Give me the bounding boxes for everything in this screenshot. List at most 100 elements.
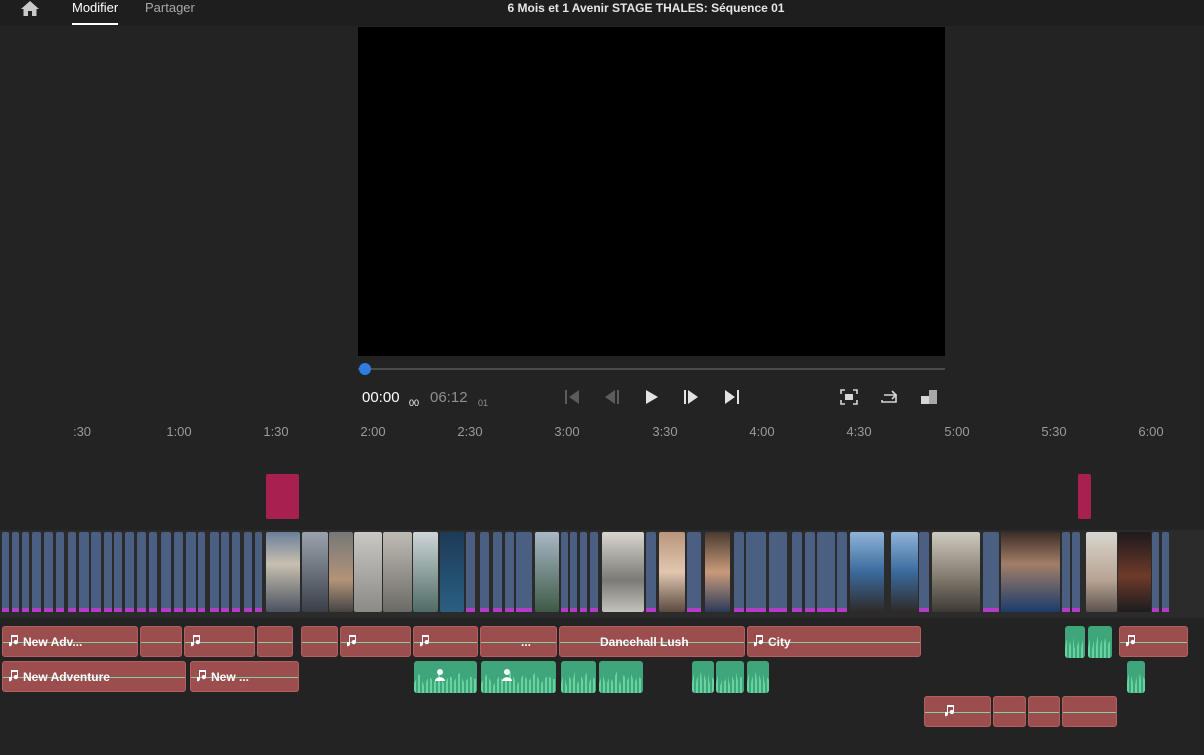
fit-screen-button[interactable]: [839, 388, 859, 406]
video-clip-thumbnail[interactable]: [354, 532, 382, 612]
video-clip[interactable]: [769, 532, 787, 612]
video-clip[interactable]: [91, 532, 101, 612]
video-clip-thumbnail[interactable]: [383, 532, 412, 612]
video-preview[interactable]: [358, 27, 945, 356]
video-clip[interactable]: [244, 532, 252, 612]
video-clip[interactable]: [1072, 532, 1080, 612]
video-clip-thumbnail[interactable]: [535, 532, 559, 612]
music-clip[interactable]: Dancehall Lush: [559, 626, 745, 657]
voice-clip[interactable]: [1065, 626, 1085, 658]
music-clip[interactable]: [1119, 626, 1188, 657]
music-clip[interactable]: New Adventure: [2, 661, 186, 692]
video-clip[interactable]: [2, 532, 9, 612]
video-clip[interactable]: [805, 532, 815, 612]
video-clip-thumbnail[interactable]: [850, 532, 884, 612]
step-forward-button[interactable]: [681, 388, 701, 406]
video-clip[interactable]: [1162, 532, 1169, 612]
timeline-marker[interactable]: [266, 474, 299, 519]
music-clip[interactable]: [413, 626, 478, 657]
video-clip[interactable]: [1152, 532, 1159, 612]
video-clip[interactable]: [114, 532, 122, 612]
video-clip[interactable]: [687, 532, 701, 612]
voice-clip[interactable]: [716, 661, 744, 693]
video-clip[interactable]: [734, 532, 744, 612]
video-clip-thumbnail[interactable]: [602, 532, 644, 612]
video-clip[interactable]: [580, 532, 587, 612]
music-clip[interactable]: [924, 696, 991, 727]
video-clip[interactable]: [232, 532, 240, 612]
video-clip[interactable]: [919, 532, 929, 612]
video-clip[interactable]: [186, 532, 196, 612]
timeline-marker[interactable]: [1078, 474, 1091, 519]
step-back-button[interactable]: [602, 388, 622, 406]
playhead-handle[interactable]: [359, 363, 371, 375]
music-clip[interactable]: New ...: [190, 661, 299, 692]
video-clip[interactable]: [56, 532, 64, 612]
music-clip[interactable]: City: [747, 626, 921, 657]
video-clip[interactable]: [466, 532, 475, 612]
music-clip[interactable]: [184, 626, 255, 657]
voice-clip[interactable]: [692, 661, 714, 693]
video-clip[interactable]: [590, 532, 598, 612]
video-clip-thumbnail[interactable]: [891, 532, 918, 612]
go-to-start-button[interactable]: [562, 388, 582, 406]
music-clip[interactable]: [993, 696, 1026, 727]
voice-clip[interactable]: [747, 661, 769, 693]
video-clip-thumbnail[interactable]: [266, 532, 300, 612]
music-clip[interactable]: [140, 626, 182, 657]
share-button[interactable]: [879, 388, 899, 406]
video-clip[interactable]: [125, 532, 134, 612]
video-clip-thumbnail[interactable]: [302, 532, 328, 612]
video-clip[interactable]: [137, 532, 146, 612]
video-clip[interactable]: [104, 532, 112, 612]
go-to-end-button[interactable]: [722, 388, 742, 406]
voice-clip[interactable]: [481, 661, 556, 693]
video-clip[interactable]: [22, 532, 29, 612]
music-clip[interactable]: ...: [480, 626, 557, 657]
video-clip[interactable]: [561, 532, 568, 612]
music-clip[interactable]: [340, 626, 411, 657]
voice-clip[interactable]: [1088, 626, 1112, 658]
video-clip[interactable]: [792, 532, 802, 612]
video-clip-thumbnail[interactable]: [1001, 532, 1060, 612]
video-clip[interactable]: [746, 532, 766, 612]
video-clip[interactable]: [983, 532, 999, 612]
video-clip[interactable]: [516, 532, 532, 612]
video-clip[interactable]: [1062, 532, 1070, 612]
music-clip[interactable]: [301, 626, 338, 657]
voice-clip[interactable]: [561, 661, 596, 693]
video-clip[interactable]: [68, 532, 76, 612]
voice-clip[interactable]: [599, 661, 643, 693]
video-clip[interactable]: [210, 532, 219, 612]
video-clip[interactable]: [174, 532, 183, 612]
video-clip-thumbnail[interactable]: [1118, 532, 1151, 612]
music-clip[interactable]: New Adv...: [2, 626, 138, 657]
video-clip-thumbnail[interactable]: [413, 532, 438, 612]
video-clip-thumbnail[interactable]: [705, 532, 730, 612]
voice-clip[interactable]: [414, 661, 477, 693]
scrub-bar[interactable]: [358, 368, 945, 370]
video-clip[interactable]: [161, 532, 171, 612]
video-clip[interactable]: [255, 532, 262, 612]
music-clip[interactable]: [257, 626, 293, 657]
video-clip-thumbnail[interactable]: [1086, 532, 1117, 612]
video-clip-thumbnail[interactable]: [932, 532, 980, 612]
video-clip[interactable]: [44, 532, 53, 612]
video-clip[interactable]: [817, 532, 835, 612]
layout-button[interactable]: [919, 388, 939, 406]
video-clip[interactable]: [149, 532, 157, 612]
video-clip[interactable]: [480, 532, 489, 612]
video-clip[interactable]: [12, 532, 19, 612]
video-clip[interactable]: [32, 532, 41, 612]
play-button[interactable]: [642, 388, 662, 406]
music-clip[interactable]: [1028, 696, 1060, 727]
video-clip[interactable]: [79, 532, 89, 612]
video-clip-thumbnail[interactable]: [659, 532, 685, 612]
video-clip[interactable]: [505, 532, 514, 612]
video-clip[interactable]: [493, 532, 502, 612]
video-clip[interactable]: [221, 532, 229, 612]
video-clip[interactable]: [570, 532, 577, 612]
video-clip[interactable]: [198, 532, 205, 612]
voice-clip[interactable]: [1127, 661, 1145, 693]
video-clip[interactable]: [646, 532, 656, 612]
